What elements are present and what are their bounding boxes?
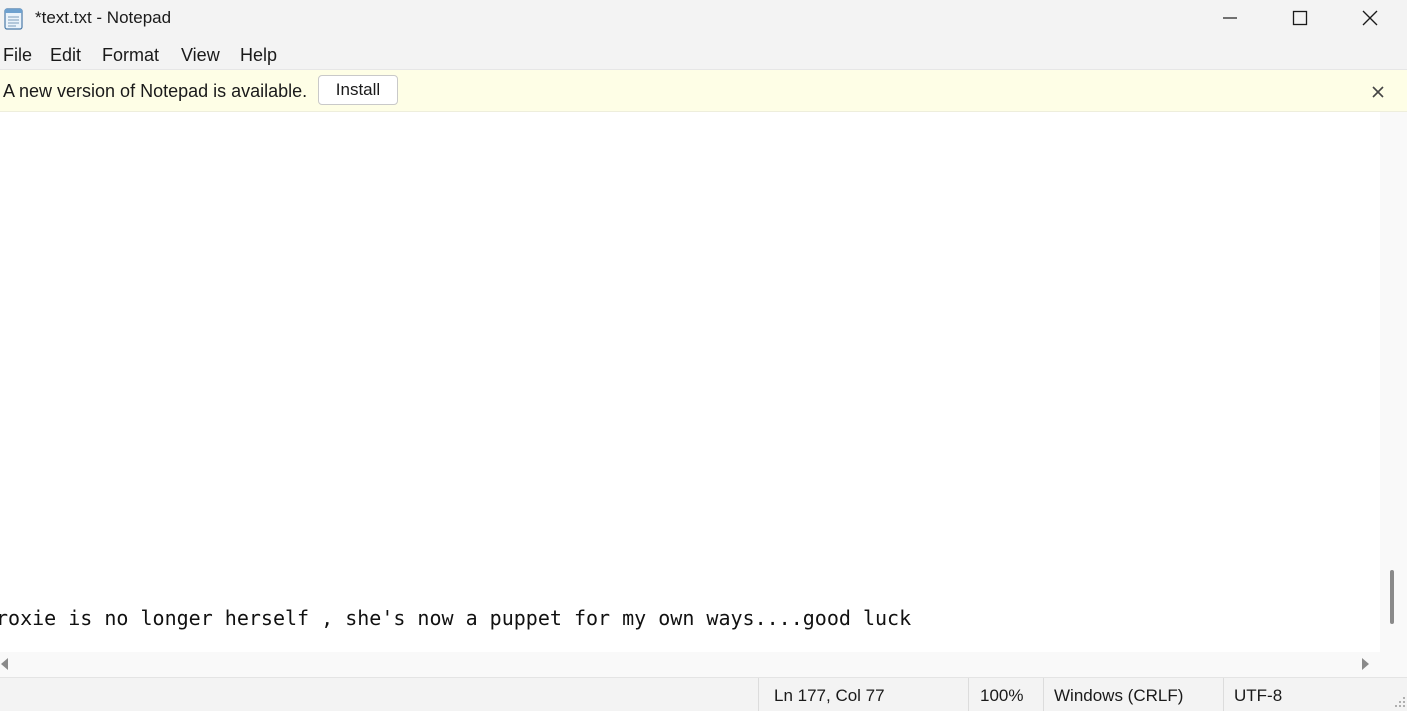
- encoding: UTF-8: [1234, 686, 1283, 705]
- cursor-position: Ln 177, Col 77: [774, 686, 885, 705]
- scrollbar-corner: [1380, 652, 1407, 677]
- maximize-button[interactable]: [1265, 0, 1335, 36]
- menu-view[interactable]: View: [181, 45, 220, 66]
- dismiss-infobar-button[interactable]: [1369, 83, 1387, 101]
- minimize-button[interactable]: [1195, 0, 1265, 36]
- vertical-scrollbar[interactable]: [1380, 112, 1407, 652]
- horizontal-scrollbar[interactable]: [0, 652, 1380, 677]
- scroll-right-icon[interactable]: [1360, 657, 1370, 671]
- menu-help[interactable]: Help: [240, 45, 277, 66]
- menu-bar: File Edit Format View Help: [0, 38, 1407, 70]
- menu-edit[interactable]: Edit: [50, 45, 81, 66]
- text-editor[interactable]: roxie is no longer herself , she's now a…: [0, 112, 1380, 652]
- update-message: A new version of Notepad is available.: [3, 81, 308, 101]
- menu-format[interactable]: Format: [102, 45, 159, 66]
- notepad-icon: [3, 6, 25, 30]
- status-bar: Ln 177, Col 77 100% Windows (CRLF) UTF-8: [0, 677, 1407, 711]
- close-icon: [1372, 86, 1384, 98]
- install-button[interactable]: Install: [318, 75, 398, 105]
- zoom-level: 100%: [980, 686, 1024, 705]
- vertical-scroll-thumb[interactable]: [1390, 570, 1394, 624]
- title-bar: *text.txt - Notepad: [0, 0, 1407, 38]
- editor-text-line: roxie is no longer herself , she's now a…: [0, 606, 912, 630]
- window-title: *text.txt - Notepad: [35, 8, 172, 27]
- close-window-button[interactable]: [1335, 0, 1405, 36]
- close-icon: [1362, 10, 1378, 26]
- status-separator: [1043, 678, 1044, 711]
- maximize-icon: [1292, 10, 1308, 26]
- scroll-left-icon[interactable]: [0, 657, 10, 671]
- update-infobar: A new version of Notepad is available. I…: [0, 70, 1407, 112]
- status-separator: [1223, 678, 1224, 711]
- menu-file[interactable]: File: [3, 45, 32, 66]
- status-separator: [758, 678, 759, 711]
- minimize-icon: [1223, 17, 1237, 19]
- line-endings: Windows (CRLF): [1054, 686, 1184, 705]
- resize-grip-icon[interactable]: [1392, 694, 1406, 708]
- status-separator: [968, 678, 969, 711]
